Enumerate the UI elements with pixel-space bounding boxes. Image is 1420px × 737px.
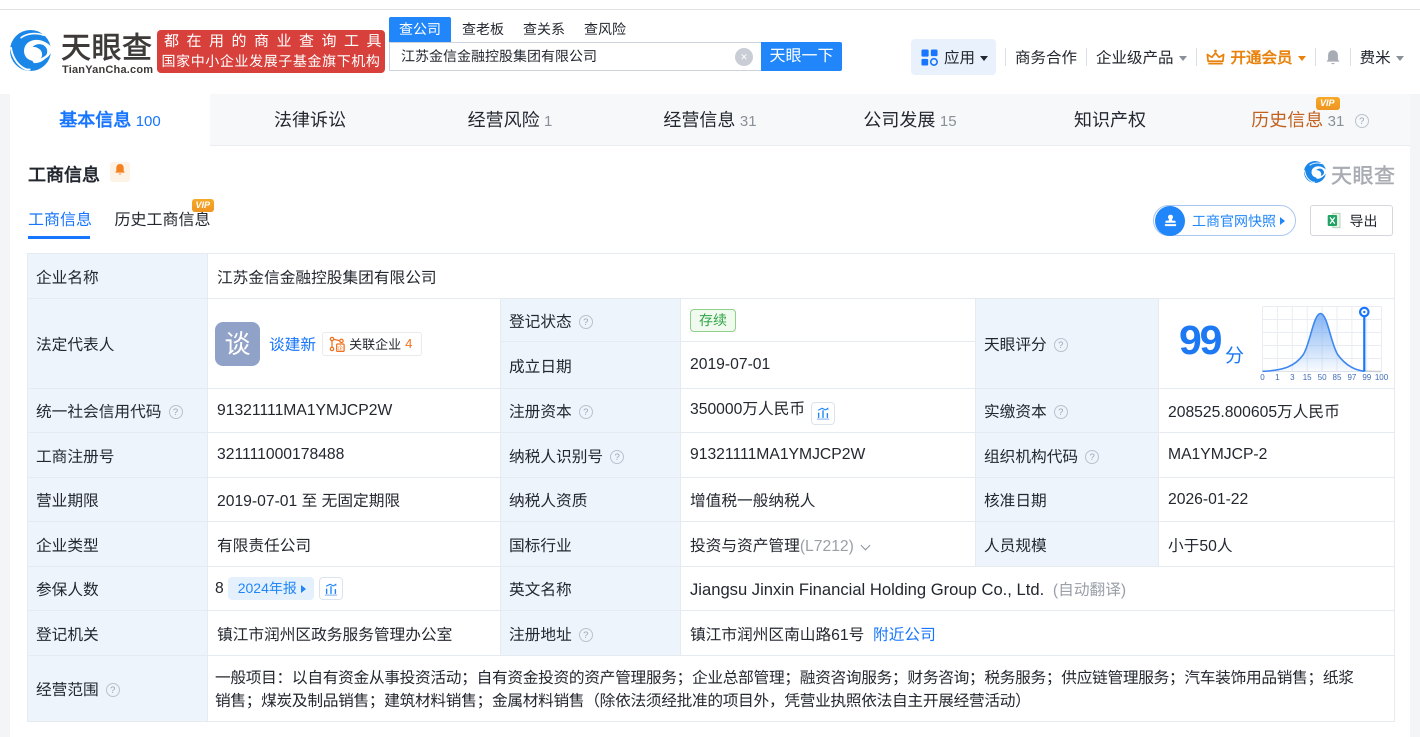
svg-text:3: 3 [1290, 373, 1295, 380]
svg-text:企: 企 [338, 344, 344, 351]
svg-text:1: 1 [1275, 373, 1280, 380]
svg-text:100: 100 [1375, 373, 1389, 380]
svg-text:99: 99 [1362, 373, 1371, 380]
svg-text:85: 85 [1333, 373, 1342, 380]
svg-text:50: 50 [1318, 373, 1327, 380]
svg-text:15: 15 [1303, 373, 1312, 380]
svg-text:97: 97 [1347, 373, 1356, 380]
svg-text:0: 0 [1260, 373, 1265, 380]
